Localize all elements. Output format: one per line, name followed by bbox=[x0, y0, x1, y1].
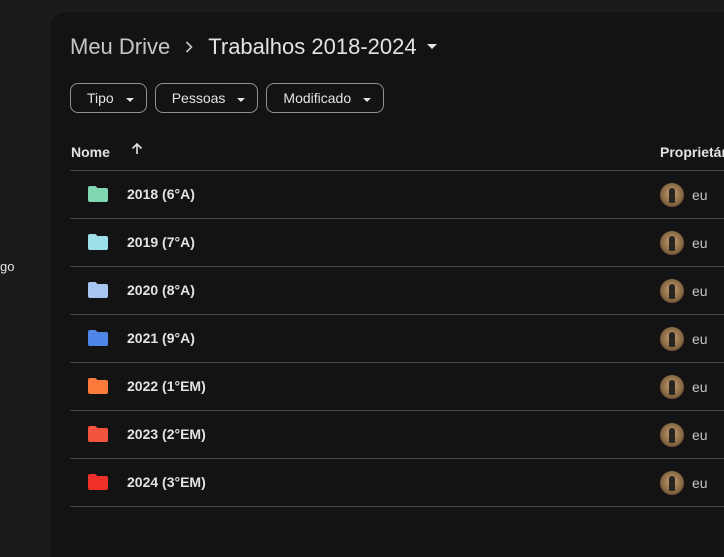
folder-name: 2024 (3°EM) bbox=[127, 474, 206, 490]
arrow-drop-down-icon bbox=[237, 90, 246, 106]
table-row[interactable]: 2020 (8°A) eu bbox=[70, 267, 724, 315]
owner-name: eu bbox=[692, 427, 708, 443]
filter-modified-chip[interactable]: Modificado bbox=[266, 83, 385, 113]
filter-type-chip[interactable]: Tipo bbox=[70, 83, 147, 113]
folder-name: 2019 (7°A) bbox=[127, 234, 195, 250]
user-avatar bbox=[660, 423, 684, 447]
breadcrumb-root[interactable]: Meu Drive bbox=[70, 34, 170, 60]
main-content: Meu Drive Trabalhos 2018-2024 Tipo Pesso… bbox=[50, 12, 724, 557]
table-row[interactable]: 2024 (3°EM) eu bbox=[70, 459, 724, 507]
table-row[interactable]: 2021 (9°A) eu bbox=[70, 315, 724, 363]
user-avatar bbox=[660, 375, 684, 399]
filter-type-label: Tipo bbox=[87, 90, 114, 106]
breadcrumb: Meu Drive Trabalhos 2018-2024 bbox=[70, 32, 437, 62]
arrow-drop-down-icon bbox=[125, 90, 134, 106]
folder-name: 2023 (2°EM) bbox=[127, 426, 206, 442]
table-row[interactable]: 2018 (6°A) eu bbox=[70, 171, 724, 219]
column-header-name[interactable]: Nome bbox=[71, 144, 110, 160]
filter-chips: Tipo Pessoas Modificado bbox=[70, 83, 385, 113]
filter-modified-label: Modificado bbox=[283, 90, 352, 106]
filter-people-chip[interactable]: Pessoas bbox=[154, 83, 259, 113]
arrow-drop-down-icon bbox=[363, 90, 372, 106]
column-header-owner[interactable]: Proprietár bbox=[660, 144, 724, 160]
folder-name: 2021 (9°A) bbox=[127, 330, 195, 346]
table-row[interactable]: 2022 (1°EM) eu bbox=[70, 363, 724, 411]
arrow-drop-down-icon[interactable] bbox=[426, 44, 437, 50]
user-avatar bbox=[660, 183, 684, 207]
folder-name: 2020 (8°A) bbox=[127, 282, 195, 298]
chevron-right-icon bbox=[170, 41, 208, 53]
folder-icon bbox=[88, 474, 108, 495]
owner-name: eu bbox=[692, 283, 708, 299]
user-avatar bbox=[660, 471, 684, 495]
sidebar-item-label-fragment[interactable]: go bbox=[0, 259, 14, 274]
owner-name: eu bbox=[692, 379, 708, 395]
owner-name: eu bbox=[692, 475, 708, 491]
user-avatar bbox=[660, 327, 684, 351]
user-avatar bbox=[660, 231, 684, 255]
user-avatar bbox=[660, 279, 684, 303]
folder-icon bbox=[88, 378, 108, 399]
folder-icon bbox=[88, 426, 108, 447]
folder-name: 2022 (1°EM) bbox=[127, 378, 206, 394]
folder-icon bbox=[88, 186, 108, 207]
table-row[interactable]: 2023 (2°EM) eu bbox=[70, 411, 724, 459]
filter-people-label: Pessoas bbox=[171, 90, 226, 106]
file-list: 2018 (6°A) eu 2019 (7°A) eu 2020 (8°A) eu 2021… bbox=[70, 171, 724, 507]
owner-name: eu bbox=[692, 235, 708, 251]
table-header: Nome Proprietár bbox=[70, 134, 724, 171]
breadcrumb-current-folder[interactable]: Trabalhos 2018-2024 bbox=[208, 34, 416, 60]
left-navigation-panel: go bbox=[0, 0, 50, 543]
folder-icon bbox=[88, 282, 108, 303]
owner-name: eu bbox=[692, 331, 708, 347]
arrow-up-icon[interactable] bbox=[130, 142, 144, 161]
folder-icon bbox=[88, 330, 108, 351]
folder-icon bbox=[88, 234, 108, 255]
folder-name: 2018 (6°A) bbox=[127, 186, 195, 202]
table-row[interactable]: 2019 (7°A) eu bbox=[70, 219, 724, 267]
owner-name: eu bbox=[692, 187, 708, 203]
